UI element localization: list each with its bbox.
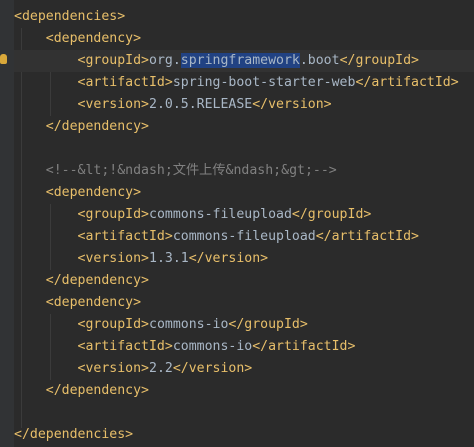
artifactid-value: commons-io (172, 339, 253, 354)
code-line-4[interactable]: <artifactId>spring-boot-starter-web</art… (14, 72, 474, 94)
code-line-20[interactable]: </dependencies> (14, 424, 474, 446)
artifactid-open-tag: <artifactId> (77, 339, 173, 354)
code-line-15[interactable]: <groupId>commons-io</groupId> (14, 314, 474, 336)
artifactid-close-tag: </artifactId> (355, 75, 459, 90)
groupid-open-tag: <groupId> (77, 317, 149, 332)
code-line-5[interactable]: <version>2.0.5.RELEASE</version> (14, 94, 474, 116)
code-line-12[interactable]: <version>1.3.1</version> (14, 248, 474, 270)
code-line-11[interactable]: <artifactId>commons-fileupload</artifact… (14, 226, 474, 248)
version-close-tag: </version> (172, 361, 253, 376)
dependency-close-tag: </dependency> (45, 383, 149, 398)
code-line-6[interactable]: </dependency> (14, 116, 474, 138)
version-value: 1.3.1 (149, 251, 189, 266)
code-line-14[interactable]: <dependency> (14, 292, 474, 314)
version-open-tag: <version> (77, 361, 149, 376)
version-close-tag: </version> (188, 251, 269, 266)
version-open-tag: <version> (77, 97, 149, 112)
code-line-1[interactable]: <dependencies> (14, 6, 474, 28)
dependencies-close-tag: </dependencies> (14, 427, 134, 442)
selected-text[interactable]: springframework (180, 53, 300, 68)
code-editor[interactable]: <dependencies> <dependency> <groupId>org… (0, 0, 474, 447)
dependency-open-tag: <dependency> (45, 31, 142, 46)
version-value: 2.2 (149, 361, 173, 376)
version-close-tag: </version> (252, 97, 332, 112)
groupid-open-tag: <groupId> (77, 53, 149, 68)
version-open-tag: <version> (77, 251, 149, 266)
code-line-7[interactable] (14, 138, 474, 160)
groupid-value-prefix: org. (149, 53, 181, 68)
artifactid-open-tag: <artifactId> (77, 229, 173, 244)
artifactid-value: spring-boot-starter-web (172, 75, 356, 90)
groupid-value: commons-io (149, 317, 229, 332)
dependency-open-tag: <dependency> (45, 185, 142, 200)
code-line-2[interactable]: <dependency> (14, 28, 474, 50)
groupid-value-suffix: .boot (299, 53, 340, 68)
code-line-19[interactable] (14, 402, 474, 424)
code-line-9[interactable]: <dependency> (14, 182, 474, 204)
code-line-10[interactable]: <groupId>commons-fileupload</groupId> (14, 204, 474, 226)
groupid-close-tag: </groupId> (339, 53, 419, 68)
dependency-open-tag: <dependency> (45, 295, 142, 310)
artifactid-close-tag: </artifactId> (252, 339, 356, 354)
dependency-close-tag: </dependency> (45, 119, 149, 134)
editor-gutter (0, 0, 14, 447)
groupid-close-tag: </groupId> (291, 207, 372, 222)
code-line-13[interactable]: </dependency> (14, 270, 474, 292)
artifactid-open-tag: <artifactId> (77, 75, 173, 90)
code-line-8[interactable]: <!--&lt;!&ndash;文件上传&ndash;&gt;--> (14, 160, 474, 182)
code-line-3[interactable]: <groupId>org.springframework.boot</group… (14, 50, 474, 72)
code-line-16[interactable]: <artifactId>commons-io</artifactId> (14, 336, 474, 358)
code-line-18[interactable]: </dependency> (14, 380, 474, 402)
dependencies-open-tag: <dependencies> (14, 9, 126, 24)
xml-comment: <!--&lt;!&ndash;文件上传&ndash;&gt;--> (45, 163, 337, 178)
groupid-value: commons-fileupload (149, 207, 292, 222)
artifactid-close-tag: </artifactId> (315, 229, 419, 244)
artifactid-value: commons-fileupload (172, 229, 316, 244)
lightbulb-icon[interactable] (0, 54, 7, 64)
version-value: 2.0.5.RELEASE (149, 97, 253, 112)
code-line-17[interactable]: <version>2.2</version> (14, 358, 474, 380)
groupid-close-tag: </groupId> (228, 317, 308, 332)
groupid-open-tag: <groupId> (77, 207, 149, 222)
dependency-close-tag: </dependency> (45, 273, 149, 288)
